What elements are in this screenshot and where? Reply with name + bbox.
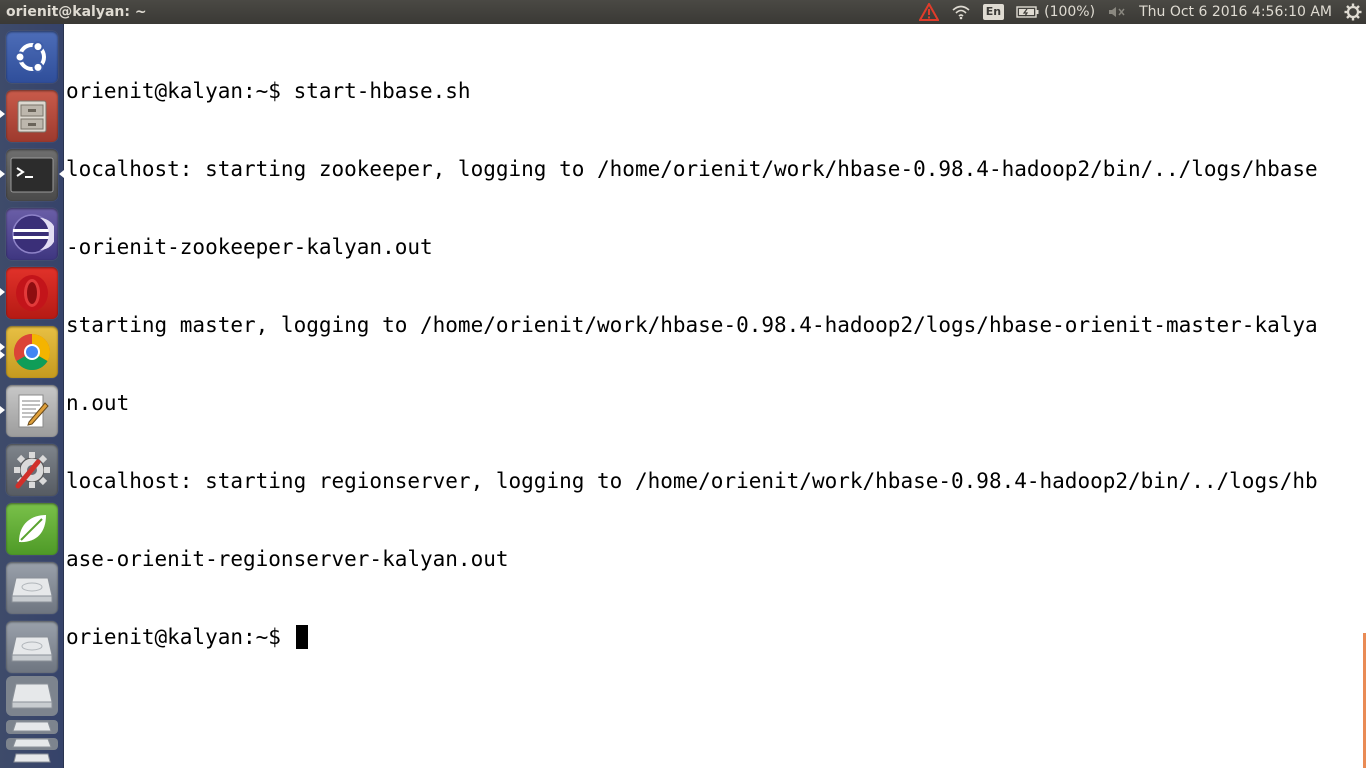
top-panel: orienit@kalyan: ~ En (100%) Thu Oct 6 20… [0,0,1366,24]
drive-icon [11,577,53,603]
language-label: En [982,4,1005,20]
settings-gear-icon [14,452,50,489]
launcher-running-pip [0,110,5,118]
drive-stack-icon [6,676,58,763]
launcher-drive-2[interactable] [6,621,58,673]
drive-icon [11,636,53,662]
battery-icon [1016,6,1039,18]
launcher-files[interactable] [6,90,58,142]
file-cabinet-icon [17,100,47,133]
terminal-line: localhost: starting zookeeper, logging t… [66,157,1318,181]
ubuntu-logo-icon [14,41,46,73]
terminal-line: localhost: starting regionserver, loggin… [66,469,1318,493]
wifi-icon[interactable] [951,0,971,24]
terminal-line: -orienit-zookeeper-kalyan.out [66,235,433,259]
terminal-cursor [295,625,308,649]
terminal-line: ase-orienit-regionserver-kalyan.out [66,547,509,571]
launcher-spring-tool-suite[interactable] [6,503,58,555]
terminal-line: n.out [66,391,130,415]
clock-indicator[interactable]: Thu Oct 6 2016 4:56:10 AM [1139,0,1332,24]
launcher-text-editor[interactable] [6,385,58,437]
terminal-prompt: orienit@kalyan:~$ [66,625,294,649]
terminal-output[interactable]: orienit@kalyan:~$ start-hbase.sh localho… [66,26,1356,702]
terminal-icon [10,157,54,193]
launcher [0,24,64,768]
launcher-opera[interactable] [6,267,58,319]
session-gear-icon[interactable] [1344,0,1362,24]
terminal-line: orienit@kalyan:~$ start-hbase.sh [66,79,471,103]
window-title: orienit@kalyan: ~ [6,4,147,20]
launcher-eclipse[interactable] [6,208,58,260]
battery-indicator[interactable]: (100%) [1016,0,1095,24]
launcher-running-pip [0,343,5,351]
launcher-running-pip [0,351,5,359]
opera-icon [16,275,48,311]
warning-icon[interactable] [918,0,939,24]
launcher-chrome[interactable] [6,326,58,378]
launcher-running-pip [0,406,5,414]
launcher-drive-1[interactable] [6,562,58,614]
volume-muted-icon[interactable] [1107,0,1127,24]
launcher-drive-stack[interactable] [6,676,58,764]
launcher-running-pip [0,170,5,178]
indicator-area: En (100%) Thu Oct 6 2016 4:56:10 AM [913,0,1366,24]
keyboard-language-indicator[interactable]: En [982,0,1005,24]
terminal-window[interactable]: orienit@kalyan:~$ start-hbase.sh localho… [65,24,1366,768]
text-editor-icon [18,394,49,428]
spring-leaf-icon [19,515,46,543]
launcher-focused-pip [59,170,64,178]
battery-percentage: (100%) [1044,4,1096,20]
launcher-terminal[interactable] [6,149,58,201]
chrome-icon [13,334,51,371]
terminal-prompt-line[interactable]: orienit@kalyan:~$ [66,624,1356,650]
launcher-running-pip [0,288,5,296]
launcher-system-settings[interactable] [6,444,58,496]
launcher-dash-home[interactable] [6,31,58,83]
clock-text: Thu Oct 6 2016 4:56:10 AM [1139,4,1332,20]
terminal-line: starting master, logging to /home/orieni… [66,313,1318,337]
eclipse-icon [12,214,54,254]
